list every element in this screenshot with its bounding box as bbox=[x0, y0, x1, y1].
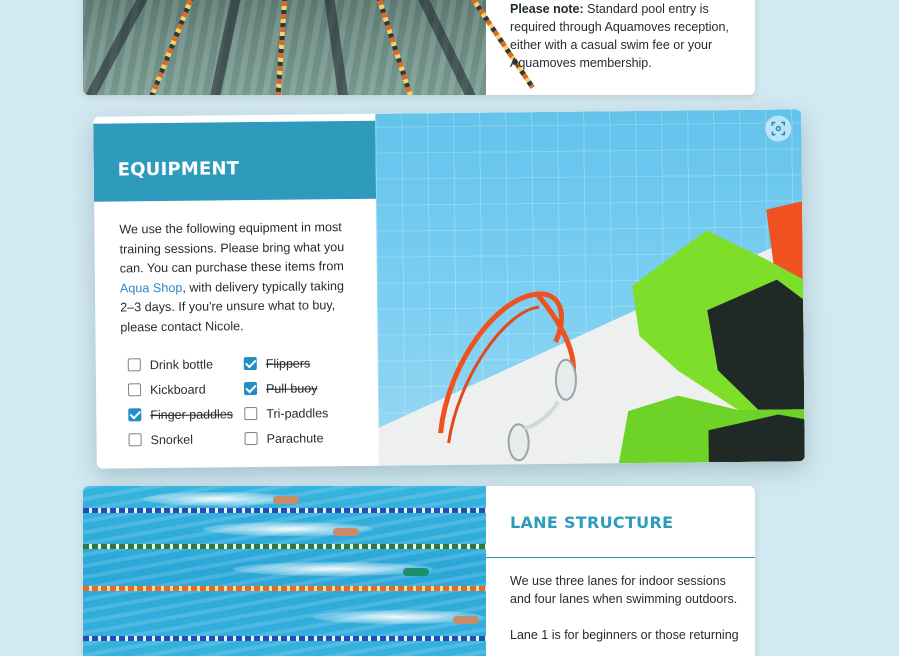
check-label: Parachute bbox=[266, 430, 324, 446]
note-label: Please note: bbox=[510, 2, 584, 16]
equipment-description: We use the following equipment in most t… bbox=[119, 218, 352, 337]
check-label: Flippers bbox=[265, 355, 311, 371]
check-label: Snorkel bbox=[150, 432, 194, 447]
check-tri-paddles[interactable]: Tri-paddles bbox=[244, 400, 354, 426]
swimmers-image bbox=[83, 486, 486, 656]
pool-lanes-image bbox=[83, 0, 535, 95]
checkbox[interactable] bbox=[243, 382, 258, 396]
equipment-illustration bbox=[438, 201, 805, 464]
check-label: Finger paddles bbox=[150, 406, 234, 422]
swim-equipment-image bbox=[375, 109, 805, 466]
checkbox[interactable] bbox=[127, 383, 142, 397]
check-parachute[interactable]: Parachute bbox=[244, 425, 354, 451]
checkbox[interactable] bbox=[128, 433, 142, 447]
lane-structure-card: LANE STRUCTURE We use three lanes for in… bbox=[83, 486, 755, 656]
lane-structure-title: LANE STRUCTURE bbox=[510, 513, 674, 532]
checkbox[interactable] bbox=[243, 357, 257, 371]
equipment-checklist: Drink bottle Kickboard Finger paddles Sn… bbox=[127, 350, 355, 452]
equipment-card: EQUIPMENT We use the following equipment… bbox=[93, 109, 805, 469]
check-pull-buoy[interactable]: Pull buoy bbox=[243, 375, 354, 401]
checkbox[interactable] bbox=[244, 432, 258, 446]
divider bbox=[486, 557, 755, 558]
check-flippers[interactable]: Flippers bbox=[243, 350, 354, 376]
check-label: Tri-paddles bbox=[266, 405, 329, 421]
check-label: Drink bottle bbox=[149, 356, 214, 372]
visual-search-button[interactable] bbox=[765, 115, 792, 142]
check-finger-paddles[interactable]: Finger paddles bbox=[128, 401, 244, 427]
checkbox[interactable] bbox=[128, 408, 142, 422]
checkbox[interactable] bbox=[244, 407, 258, 421]
lane-structure-paragraph: We use three lanes for indoor sessions a… bbox=[510, 574, 738, 606]
pool-entry-card: Please note: Standard pool entry is requ… bbox=[83, 0, 755, 95]
checkbox[interactable] bbox=[127, 358, 141, 372]
lane-structure-paragraph: Lane 1 is for beginners or those returni… bbox=[510, 628, 739, 642]
pool-entry-note: Please note: Standard pool entry is requ… bbox=[510, 0, 735, 72]
equipment-intro: We use the following equipment in most t… bbox=[119, 220, 345, 276]
check-snorkel[interactable]: Snorkel bbox=[128, 426, 244, 452]
check-label: Kickboard bbox=[149, 382, 206, 397]
equipment-title: EQUIPMENT bbox=[117, 158, 240, 181]
scan-icon bbox=[771, 121, 786, 136]
aqua-shop-link[interactable]: Aqua Shop bbox=[120, 280, 182, 295]
equipment-card-wrapper: EQUIPMENT We use the following equipment… bbox=[93, 109, 805, 469]
check-kickboard[interactable]: Kickboard bbox=[127, 376, 244, 402]
equipment-header: EQUIPMENT bbox=[93, 120, 377, 202]
check-label: Pull buoy bbox=[265, 380, 318, 396]
check-drink-bottle[interactable]: Drink bottle bbox=[127, 351, 244, 377]
